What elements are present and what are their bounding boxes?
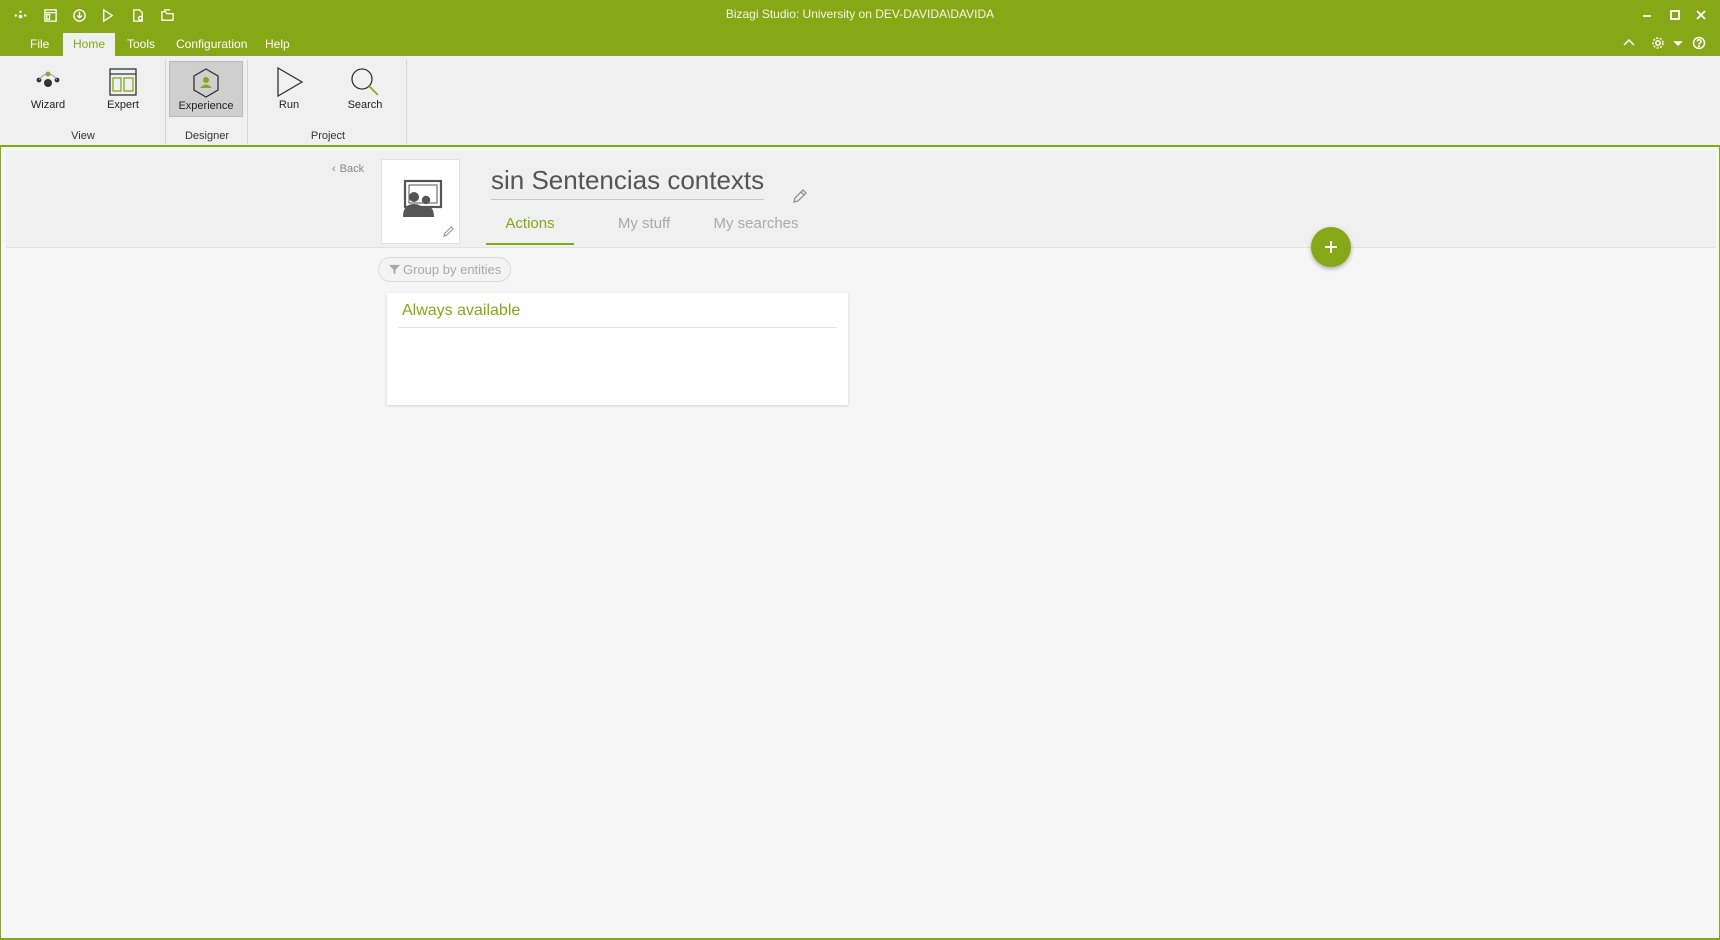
expert-icon [109, 68, 137, 96]
search-magnifier-icon [351, 68, 379, 96]
wizard-label: Wizard [30, 99, 66, 111]
tab-my-stuff[interactable]: My stuff [604, 215, 684, 245]
close-icon[interactable] [1690, 4, 1712, 26]
card-divider [398, 327, 837, 328]
minimize-icon[interactable] [1636, 4, 1658, 26]
expert-button[interactable]: Expert [86, 61, 160, 117]
tab-my-searches[interactable]: My searches [706, 215, 806, 245]
wizard-button[interactable]: Wizard [11, 61, 85, 117]
dropdown-arrow-icon[interactable] [1669, 34, 1687, 52]
context-header: ‹ Back sin Sentencias contexts Actions My… [6, 151, 1716, 248]
content-area: ‹ Back sin Sentencias contexts Actions My… [0, 147, 1720, 940]
tab-actions[interactable]: Actions [486, 215, 574, 245]
group-project-label: Project [310, 130, 346, 142]
menu-home[interactable]: Home [63, 33, 116, 56]
presentation-users-icon [403, 179, 443, 217]
title-bar: Bizagi Studio: University on DEV-DAVIDA\… [0, 0, 1720, 30]
experience-button[interactable]: Experience [169, 61, 243, 117]
group-separator [406, 60, 407, 144]
menu-configuration[interactable]: Configuration [166, 33, 257, 56]
group-view-label: View [71, 130, 95, 142]
collapse-ribbon-icon[interactable] [1620, 34, 1638, 52]
context-title[interactable]: sin Sentencias contexts [491, 165, 765, 200]
back-link[interactable]: ‹ Back [332, 163, 364, 175]
group-by-label: Group by entities [403, 262, 502, 277]
always-available-card: Always available [387, 293, 848, 405]
run-play-icon [277, 66, 304, 98]
menu-file[interactable]: File [20, 33, 59, 56]
filter-funnel-icon [389, 264, 400, 275]
menu-help[interactable]: Help [255, 33, 300, 56]
run-label: Run [278, 99, 300, 111]
wizard-icon [36, 71, 60, 87]
ribbon: Wizard Expert Experience Run Search View [0, 56, 1720, 147]
help-icon[interactable] [1690, 34, 1708, 52]
search-label: Search [347, 99, 383, 111]
add-button[interactable] [1311, 227, 1351, 267]
plus-icon [1325, 241, 1337, 253]
window-title: Bizagi Studio: University on DEV-DAVIDA\… [725, 7, 995, 21]
back-label: Back [339, 163, 365, 175]
search-button[interactable]: Search [328, 61, 402, 117]
card-title: Always available [402, 302, 521, 319]
edit-pencil-icon[interactable] [442, 225, 455, 238]
menu-bar: File Home Tools Configuration Help [0, 30, 1720, 56]
experience-label: Experience [178, 100, 234, 112]
group-by-entities-button[interactable]: Group by entities [378, 257, 512, 282]
experience-icon [193, 68, 219, 98]
menu-tools[interactable]: Tools [117, 33, 165, 56]
run-button[interactable]: Run [252, 61, 326, 117]
settings-gear-icon[interactable] [1649, 34, 1667, 52]
maximize-icon[interactable] [1664, 4, 1686, 26]
context-icon-box[interactable] [381, 159, 460, 244]
group-designer-label: Designer [184, 130, 230, 142]
expert-label: Expert [107, 99, 139, 111]
edit-title-icon[interactable] [792, 188, 808, 204]
chevron-left-icon: ‹ [332, 163, 336, 175]
